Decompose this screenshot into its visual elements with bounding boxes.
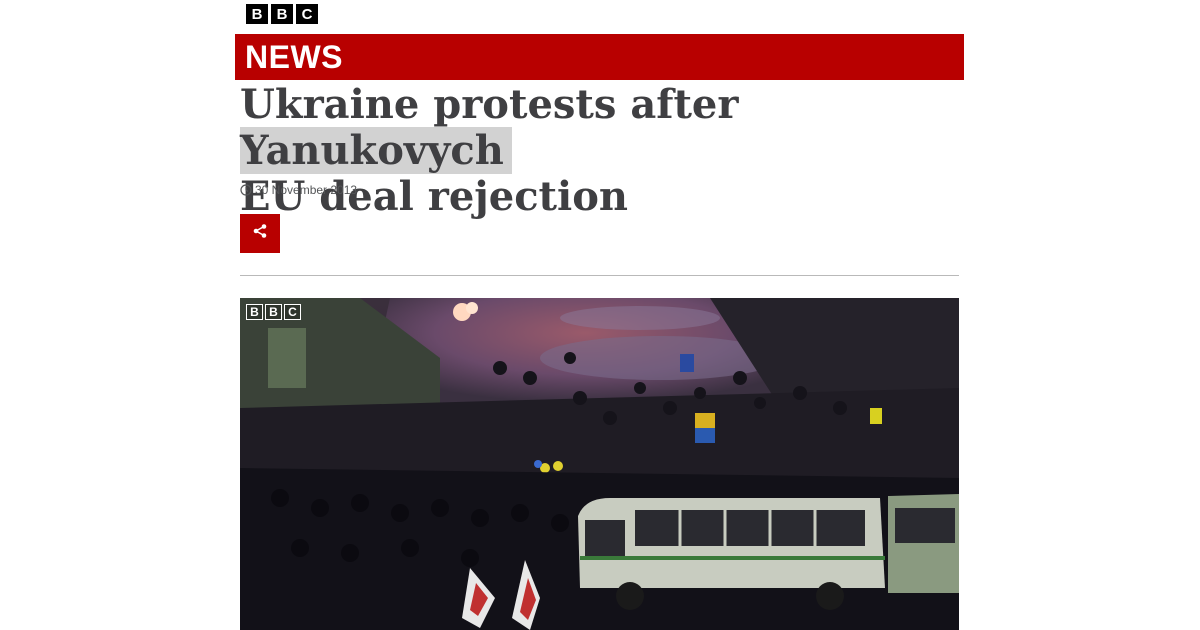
share-button[interactable] bbox=[240, 214, 280, 253]
divider bbox=[240, 275, 959, 276]
share-icon bbox=[252, 223, 268, 244]
clock-icon bbox=[240, 184, 252, 196]
headline-part1: Ukraine protests after bbox=[240, 81, 739, 128]
section-title: NEWS bbox=[245, 39, 343, 75]
headline-highlight: Yanukovych bbox=[240, 127, 512, 174]
watermark-letter: B bbox=[246, 304, 263, 320]
bbc-logo[interactable]: B B C bbox=[246, 4, 318, 24]
article-page: B B C NEWS Ukraine protests after Yanuko… bbox=[0, 0, 1200, 630]
protest-scene-image bbox=[240, 298, 959, 630]
article-headline: Ukraine protests after Yanukovych EU deal… bbox=[240, 82, 960, 220]
logo-letter: B bbox=[271, 4, 293, 24]
watermark-letter: C bbox=[284, 304, 301, 320]
logo-letter: B bbox=[246, 4, 268, 24]
article-image: B B C bbox=[240, 298, 959, 630]
article-timestamp: 30 November 2013 bbox=[240, 183, 357, 197]
watermark-letter: B bbox=[265, 304, 282, 320]
bbc-watermark: B B C bbox=[246, 304, 301, 320]
article-date: 30 November 2013 bbox=[255, 183, 358, 197]
news-banner[interactable]: NEWS bbox=[235, 34, 964, 80]
logo-letter: C bbox=[296, 4, 318, 24]
